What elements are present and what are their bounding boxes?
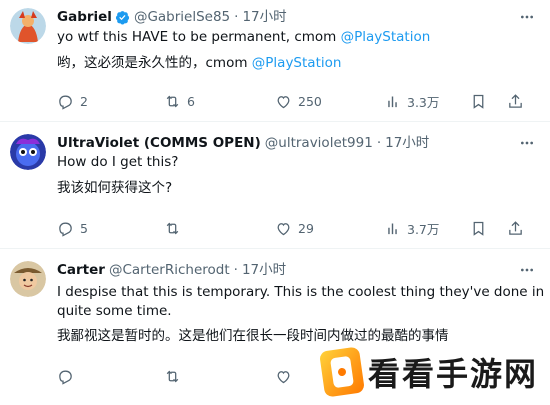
share-button[interactable] xyxy=(507,90,530,112)
share-button[interactable] xyxy=(507,217,530,239)
tweet-header: UltraViolet (COMMS OPEN) @ultraviolet991… xyxy=(57,133,429,153)
views-count: 3.3万 xyxy=(407,94,440,110)
like-button[interactable]: 29 xyxy=(275,217,314,239)
author-handle[interactable]: @CarterRicherodt xyxy=(109,260,230,280)
avatar[interactable] xyxy=(10,261,46,297)
watermark-logo-icon xyxy=(318,346,365,398)
bookmark-icon xyxy=(473,94,484,109)
views-icon xyxy=(388,223,397,234)
more-icon[interactable] xyxy=(518,134,536,152)
tweet-text: yo wtf this HAVE to be permanent, cmom xyxy=(57,29,341,45)
separator-dot: · xyxy=(234,9,239,25)
verified-badge-icon xyxy=(115,10,130,25)
like-count: 29 xyxy=(298,220,314,236)
timestamp[interactable]: 17小时 xyxy=(242,7,286,27)
reply-button[interactable] xyxy=(57,365,80,387)
like-icon xyxy=(277,370,290,383)
reply-icon xyxy=(59,370,72,385)
views-icon xyxy=(388,96,397,107)
more-icon[interactable] xyxy=(518,261,536,279)
retweet-button[interactable] xyxy=(164,365,187,387)
like-icon xyxy=(277,222,290,235)
views-button[interactable]: 3.7万 xyxy=(384,217,439,239)
reply-button[interactable]: 5 xyxy=(57,217,88,239)
author-handle[interactable]: @ultraviolet991 xyxy=(265,133,373,153)
like-icon xyxy=(277,95,290,108)
more-icon[interactable] xyxy=(518,8,536,26)
like-button[interactable] xyxy=(275,365,298,387)
action-bar: 5 29 3.7万 xyxy=(0,217,550,239)
tweet-translation: 哟，这必须是永久性的，cmom xyxy=(57,55,252,71)
tweet-translation-line: 哟，这必须是永久性的，cmom @PlayStation xyxy=(57,54,341,73)
avatar[interactable] xyxy=(10,8,46,44)
mention-link[interactable]: @PlayStation xyxy=(341,29,431,45)
tweet-text-line-2: quite some time. xyxy=(57,303,172,319)
tweet-text-line-1: I despise that this is temporary. This i… xyxy=(57,284,545,300)
watermark-text: 看看手游网 xyxy=(367,349,538,395)
tweet-translation: 我鄙视这是暂时的。这是他们在很长一段时间内做过的最酷的事情 xyxy=(57,328,449,344)
views-count: 3.7万 xyxy=(407,221,440,237)
mention-link[interactable]: @PlayStation xyxy=(252,55,342,71)
author-name[interactable]: UltraViolet (COMMS OPEN) xyxy=(57,133,261,153)
avatar[interactable] xyxy=(10,134,46,170)
reply-icon xyxy=(59,95,72,110)
bookmark-icon xyxy=(473,221,484,236)
tweet-translation: 我该如何获得这个? xyxy=(57,180,173,196)
bookmark-button[interactable] xyxy=(470,90,493,112)
reply-count: 2 xyxy=(80,93,88,109)
retweet-count: 6 xyxy=(187,93,195,109)
retweet-icon xyxy=(166,222,179,234)
share-icon xyxy=(509,93,522,108)
action-bar: 2 6 250 3.3万 xyxy=(0,90,550,112)
retweet-button[interactable] xyxy=(164,217,187,239)
like-count: 250 xyxy=(298,93,322,109)
bookmark-button[interactable] xyxy=(470,217,493,239)
retweet-icon xyxy=(166,370,179,382)
reply-count: 5 xyxy=(80,220,88,236)
author-name[interactable]: Gabriel xyxy=(57,7,112,27)
author-handle[interactable]: @GabrielSe85 xyxy=(134,7,230,27)
retweet-button[interactable]: 6 xyxy=(164,90,195,112)
reply-feed: Gabriel @GabrielSe85 · 17小时 yo wtf this … xyxy=(0,0,550,405)
tweet-text-line: yo wtf this HAVE to be permanent, cmom @… xyxy=(57,28,430,47)
timestamp[interactable]: 17小时 xyxy=(385,133,429,153)
share-icon xyxy=(509,220,522,235)
tweet-text: How do I get this? xyxy=(57,154,179,170)
retweet-icon xyxy=(166,95,179,107)
tweet-header: Carter @CarterRicherodt · 17小时 xyxy=(57,260,286,280)
timestamp[interactable]: 17小时 xyxy=(242,260,286,280)
views-button[interactable]: 3.3万 xyxy=(384,90,439,112)
like-button[interactable]: 250 xyxy=(275,90,322,112)
author-name[interactable]: Carter xyxy=(57,260,105,280)
reply-button[interactable]: 2 xyxy=(57,90,88,112)
reply-icon xyxy=(59,222,72,237)
tweet-gabriel[interactable]: Gabriel @GabrielSe85 · 17小时 yo wtf this … xyxy=(0,0,550,122)
tweet-ultraviolet[interactable]: UltraViolet (COMMS OPEN) @ultraviolet991… xyxy=(0,122,550,249)
separator-dot: · xyxy=(233,262,238,278)
site-watermark: 看看手游网 xyxy=(318,346,538,398)
separator-dot: · xyxy=(376,135,382,151)
tweet-header: Gabriel @GabrielSe85 · 17小时 xyxy=(57,7,287,27)
